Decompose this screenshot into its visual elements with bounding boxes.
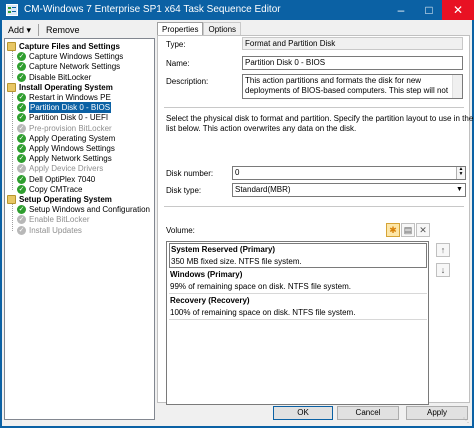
disk-number-value: 0 [235,168,240,177]
description-text: This action partitions and formats the d… [245,76,449,95]
toolbar-divider [38,24,40,36]
editor-client-area: Add ▾ Remove Capture Files and Settings ✓… [2,20,474,426]
folder-icon [7,42,16,51]
disk-number-stepper[interactable]: 0 ▲ ▼ [232,166,466,180]
checkmark-icon: ✓ [17,133,26,143]
checkmark-icon: ✓ [17,164,26,174]
volume-detail: 100% of remaining space on disk. NTFS fi… [170,308,356,317]
section-divider-2 [164,206,464,207]
volume-item[interactable]: Windows (Primary) 99% of remaining space… [169,269,427,294]
ok-button[interactable]: OK [273,406,333,420]
checkmark-icon: ✓ [17,154,26,164]
close-button[interactable]: ✕ [442,0,474,20]
volume-detail: 99% of remaining space on disk. NTFS fil… [170,282,351,291]
disk-type-select[interactable]: Standard(MBR) ▼ [232,183,466,197]
editor-window: CM-Windows 7 Enterprise SP1 x64 Task Seq… [0,0,474,428]
instructions-line-2: list below. This action overwrites any d… [166,124,357,133]
delete-volume-icon[interactable]: ✕ [416,223,430,237]
checkmark-icon: ✓ [17,205,26,215]
minimize-button[interactable]: – [386,0,416,20]
volume-detail: 350 MB fixed size. NTFS file system. [171,257,302,266]
checkmark-icon: ✓ [17,144,26,153]
checkmark-icon: ✓ [17,72,26,82]
checkmark-icon: ✓ [17,123,26,133]
description-field[interactable]: This action partitions and formats the d… [242,74,463,99]
section-divider [164,107,464,108]
tree-toolbar: Add ▾ Remove [4,22,84,38]
folder-icon [7,82,16,92]
resize-grip-icon[interactable]: ⋱ [463,417,471,425]
chevron-down-icon: ▼ [456,186,463,193]
apply-button[interactable]: Apply [406,406,468,420]
new-volume-icon[interactable]: ✱ [386,223,400,237]
tab-options[interactable]: Options [203,22,242,36]
task-sequence-icon [6,4,18,16]
volume-title: System Reserved (Primary) [171,245,276,254]
disk-number-label: Disk number: [166,169,214,178]
checkmark-icon: ✓ [17,113,26,123]
checkmark-icon: ✓ [17,184,26,194]
checkmark-icon: ✓ [17,62,26,72]
name-label: Name: [166,59,190,68]
task-sequence-tree[interactable]: Capture Files and Settings ✓ Capture Windo… [4,38,155,420]
folder-icon [7,195,16,204]
type-field: Format and Partition Disk [242,37,463,50]
tree-step[interactable]: ✓ Install Updates [17,225,82,236]
volume-item[interactable]: System Reserved (Primary) 350 MB fixed s… [169,243,427,268]
description-label: Description: [166,77,209,86]
title-bar: CM-Windows 7 Enterprise SP1 x64 Task Seq… [0,0,474,20]
maximize-button[interactable]: □ [414,0,444,20]
close-icon: ✕ [452,3,464,17]
tree-branch-line [12,204,13,231]
volume-title: Recovery (Recovery) [170,296,250,305]
cancel-button[interactable]: Cancel [337,406,399,420]
properties-tabs: Properties Options [157,22,242,37]
checkmark-icon: ✓ [17,174,26,184]
maximize-icon: □ [425,3,433,17]
move-up-icon[interactable]: ↑ [436,243,450,257]
window-title: CM-Windows 7 Enterprise SP1 x64 Task Seq… [24,4,281,15]
spin-arrows-icon[interactable]: ▲ ▼ [456,167,465,179]
tree-branch-line [12,91,13,190]
volume-title: Windows (Primary) [170,270,243,279]
instructions-line-1: Select the physical disk to format and p… [166,114,474,123]
volume-list[interactable]: System Reserved (Primary) 350 MB fixed s… [166,241,429,405]
checkmark-icon: ✓ [17,52,26,62]
name-field[interactable]: Partition Disk 0 - BIOS [242,56,463,70]
tree-item-label: Install Updates [29,225,82,235]
tree-branch-line [12,51,13,78]
description-scrollbar[interactable] [452,75,462,98]
volume-properties-icon[interactable]: ▤ [401,223,415,237]
checkmark-icon: ✓ [17,225,26,235]
add-menu-button[interactable]: Add ▾ [4,23,35,37]
volume-label: Volume: [166,226,195,235]
type-label: Type: [166,40,186,49]
checkmark-icon: ✓ [17,103,26,113]
checkmark-icon: ✓ [17,93,26,102]
minimize-icon: – [397,3,405,17]
move-down-icon[interactable]: ↓ [436,263,450,277]
disk-type-value: Standard(MBR) [235,185,291,194]
disk-type-label: Disk type: [166,186,202,195]
volume-item[interactable]: Recovery (Recovery) 100% of remaining sp… [169,295,427,320]
checkmark-icon: ✓ [17,215,26,225]
properties-panel: Type: Format and Partition Disk Name: Pa… [157,35,474,405]
remove-button[interactable]: Remove [42,23,84,37]
